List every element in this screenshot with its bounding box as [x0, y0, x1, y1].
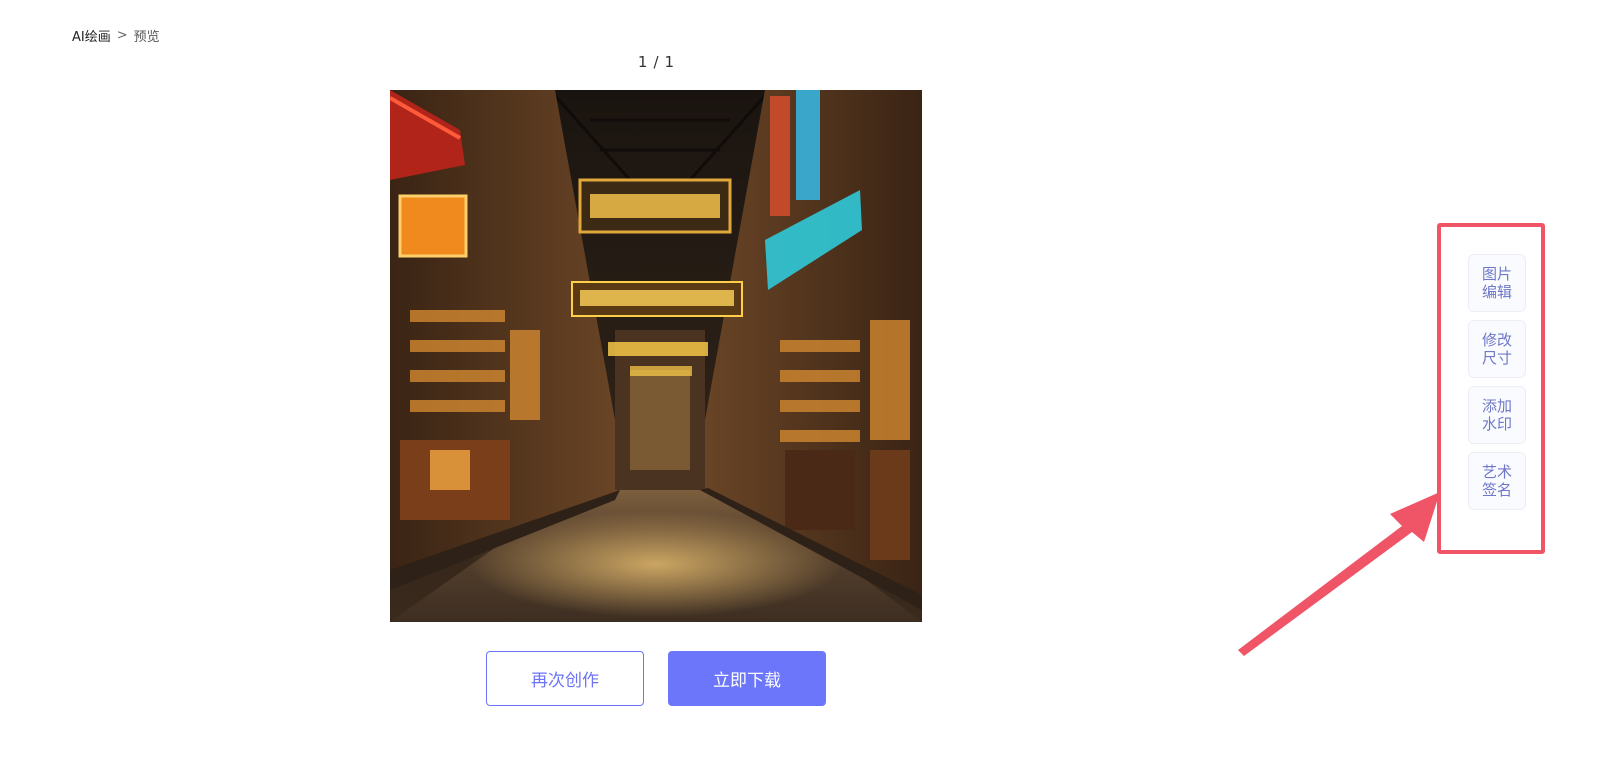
- breadcrumb-separator: >: [116, 28, 128, 43]
- alley-illustration: [390, 90, 922, 622]
- download-now-button[interactable]: 立即下载: [668, 651, 826, 706]
- pager-current: 1: [637, 53, 648, 71]
- side-toolbar: 图片 编辑 修改 尺寸 添加 水印 艺术 签名: [1468, 254, 1526, 510]
- arrow-icon: [1238, 492, 1440, 656]
- recreate-button[interactable]: 再次创作: [486, 651, 644, 706]
- art-signature-button[interactable]: 艺术 签名: [1468, 452, 1526, 510]
- art-signature-label-line2: 签名: [1481, 481, 1512, 499]
- breadcrumb: AI绘画 > 预览: [72, 26, 160, 45]
- add-watermark-label-line1: 添加: [1481, 397, 1512, 415]
- resize-label-line1: 修改: [1481, 331, 1512, 349]
- pager-separator: /: [653, 53, 659, 71]
- edit-image-label-line1: 图片: [1481, 265, 1512, 283]
- edit-image-button[interactable]: 图片 编辑: [1468, 254, 1526, 312]
- breadcrumb-root-link[interactable]: AI绘画: [72, 26, 111, 45]
- generated-image-preview: [390, 90, 922, 622]
- add-watermark-label-line2: 水印: [1481, 415, 1512, 433]
- edit-image-label-line2: 编辑: [1481, 283, 1512, 301]
- image-pager: 1 / 1: [610, 53, 702, 71]
- preview-page: AI绘画 > 预览 1 / 1 再次创作 立即下载 图片 编辑 修改 尺寸 添加…: [0, 0, 1608, 767]
- resize-label-line2: 尺寸: [1481, 349, 1512, 367]
- pager-total: 1: [664, 53, 675, 71]
- breadcrumb-current: 预览: [133, 30, 160, 45]
- art-signature-label-line1: 艺术: [1481, 463, 1512, 481]
- resize-button[interactable]: 修改 尺寸: [1468, 320, 1526, 378]
- add-watermark-button[interactable]: 添加 水印: [1468, 386, 1526, 444]
